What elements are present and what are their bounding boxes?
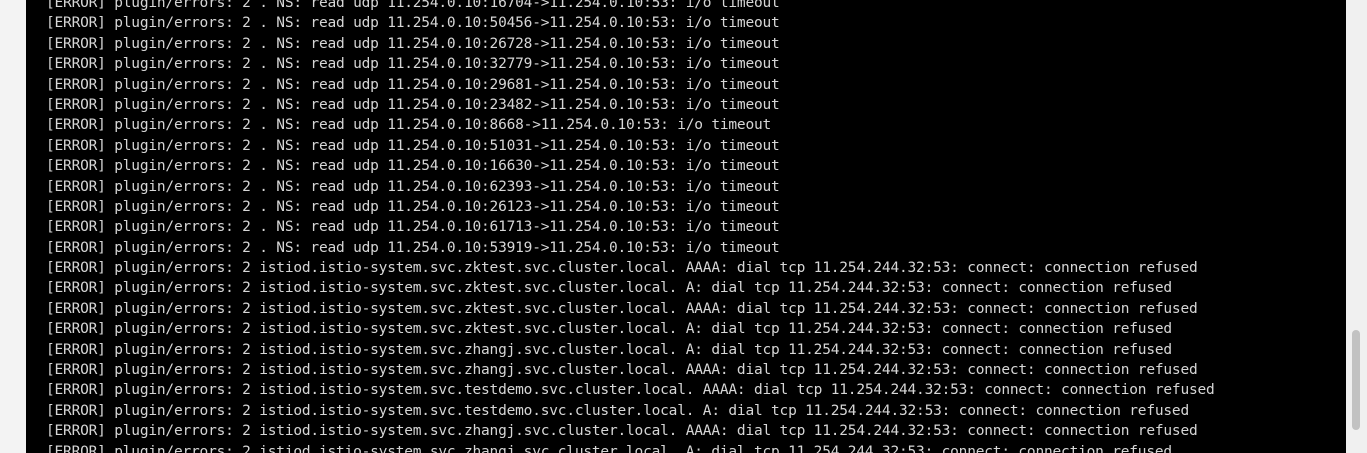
log-line: [ERROR] plugin/errors: 2 istiod.istio-sy… — [46, 260, 1198, 277]
log-line: [ERROR] plugin/errors: 2 . NS: read udp … — [46, 178, 780, 195]
scrollbar-thumb[interactable] — [1352, 330, 1360, 430]
vertical-scrollbar[interactable] — [1346, 0, 1367, 453]
log-line: [ERROR] plugin/errors: 2 . NS: read udp … — [46, 158, 780, 175]
log-line: [ERROR] plugin/errors: 2 istiod.istio-sy… — [46, 382, 1215, 399]
log-line: [ERROR] plugin/errors: 2 . NS: read udp … — [46, 219, 780, 236]
log-line: [ERROR] plugin/errors: 2 istiod.istio-sy… — [46, 321, 1172, 338]
window-left-margin — [0, 0, 26, 453]
log-line: [ERROR] plugin/errors: 2 istiod.istio-sy… — [46, 443, 1172, 453]
log-line: [ERROR] plugin/errors: 2 . NS: read udp … — [46, 35, 780, 52]
log-line: [ERROR] plugin/errors: 2 istiod.istio-sy… — [46, 300, 1198, 317]
log-line: [ERROR] plugin/errors: 2 istiod.istio-sy… — [46, 402, 1189, 419]
log-lines: [ERROR] plugin/errors: 2 . NS: read udp … — [46, 0, 1215, 453]
log-line: [ERROR] plugin/errors: 2 . NS: read udp … — [46, 96, 780, 113]
log-line: [ERROR] plugin/errors: 2 . NS: read udp … — [46, 56, 780, 73]
log-line: [ERROR] plugin/errors: 2 istiod.istio-sy… — [46, 280, 1172, 297]
terminal-output[interactable]: [ERROR] plugin/errors: 2 . NS: read udp … — [26, 0, 1346, 453]
log-line: [ERROR] plugin/errors: 2 . NS: read udp … — [46, 15, 780, 32]
log-line: [ERROR] plugin/errors: 2 istiod.istio-sy… — [46, 341, 1172, 358]
log-line: [ERROR] plugin/errors: 2 . NS: read udp … — [46, 117, 772, 134]
log-line: [ERROR] plugin/errors: 2 . NS: read udp … — [46, 0, 780, 11]
log-line: [ERROR] plugin/errors: 2 . NS: read udp … — [46, 76, 780, 93]
log-line: [ERROR] plugin/errors: 2 istiod.istio-sy… — [46, 423, 1198, 440]
log-line: [ERROR] plugin/errors: 2 . NS: read udp … — [46, 239, 780, 256]
log-line: [ERROR] plugin/errors: 2 . NS: read udp … — [46, 137, 780, 154]
log-line: [ERROR] plugin/errors: 2 . NS: read udp … — [46, 198, 780, 215]
log-line: [ERROR] plugin/errors: 2 istiod.istio-sy… — [46, 362, 1198, 379]
